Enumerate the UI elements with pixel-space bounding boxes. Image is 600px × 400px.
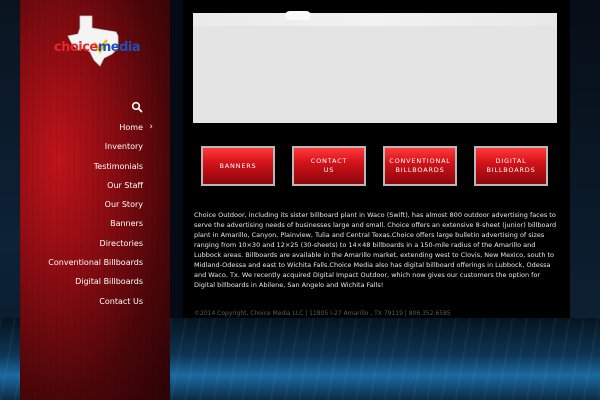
nav-item-inventory[interactable]: Inventory: [20, 137, 170, 156]
banners-button[interactable]: BANNERS: [201, 146, 275, 186]
nav-item-label: Contact Us: [99, 296, 143, 306]
digital-billboards-button-label: DIGITAL BILLBOARDS: [486, 157, 536, 174]
hero-image-strip: [193, 11, 557, 26]
nav-item-our-staff[interactable]: Our Staff: [20, 176, 170, 195]
nav-item-label: Directories: [99, 238, 143, 248]
nav-item-directories[interactable]: Directories: [20, 234, 170, 253]
main-nav: Home › Inventory Testimonials Our Staff O…: [20, 118, 170, 311]
nav-item-label: Testimonials: [93, 161, 143, 171]
sidebar: choicemedia Home › Inventory Testimonials…: [20, 0, 170, 400]
conventional-billboards-button[interactable]: CONVENTIONAL BILLBOARDS: [383, 146, 457, 186]
nav-item-contact-us[interactable]: Contact Us: [20, 292, 170, 311]
nav-item-banners[interactable]: Banners: [20, 214, 170, 233]
nav-item-home[interactable]: Home ›: [20, 118, 170, 137]
logo[interactable]: choicemedia: [42, 14, 152, 68]
conventional-billboards-button-label: CONVENTIONAL BILLBOARDS: [389, 157, 451, 174]
nav-item-label: Home: [119, 123, 143, 132]
nav-item-conventional-billboards[interactable]: Conventional Billboards: [20, 253, 170, 272]
nav-item-label: Digital Billboards: [75, 277, 143, 287]
search-icon[interactable]: [131, 98, 143, 113]
nav-item-label: Our Story: [104, 200, 143, 210]
contact-us-button-label: CONTACT US: [310, 157, 348, 174]
nav-item-testimonials[interactable]: Testimonials: [20, 157, 170, 176]
nav-item-label: Banners: [110, 219, 143, 229]
nav-item-digital-billboards[interactable]: Digital Billboards: [20, 272, 170, 291]
hero-image-detail: [285, 11, 311, 20]
digital-billboards-button[interactable]: DIGITAL BILLBOARDS: [474, 146, 548, 186]
chevron-right-icon: ›: [149, 122, 153, 132]
background-right: [570, 0, 600, 318]
nav-item-label: Our Staff: [107, 180, 143, 190]
nav-item-label: Conventional Billboards: [48, 258, 143, 268]
nav-item-label: Inventory: [104, 142, 143, 152]
hero-slider[interactable]: [193, 11, 557, 123]
nav-item-our-story[interactable]: Our Story: [20, 195, 170, 214]
banners-button-label: BANNERS: [219, 161, 257, 170]
contact-us-button[interactable]: CONTACT US: [292, 146, 366, 186]
footer-copyright: ©2014 Copyright, Choice Media LLC | 1180…: [194, 310, 451, 317]
logo-wordmark: choicemedia: [53, 40, 141, 55]
intro-paragraph: Choice Outdoor, including its sister bil…: [194, 211, 557, 289]
